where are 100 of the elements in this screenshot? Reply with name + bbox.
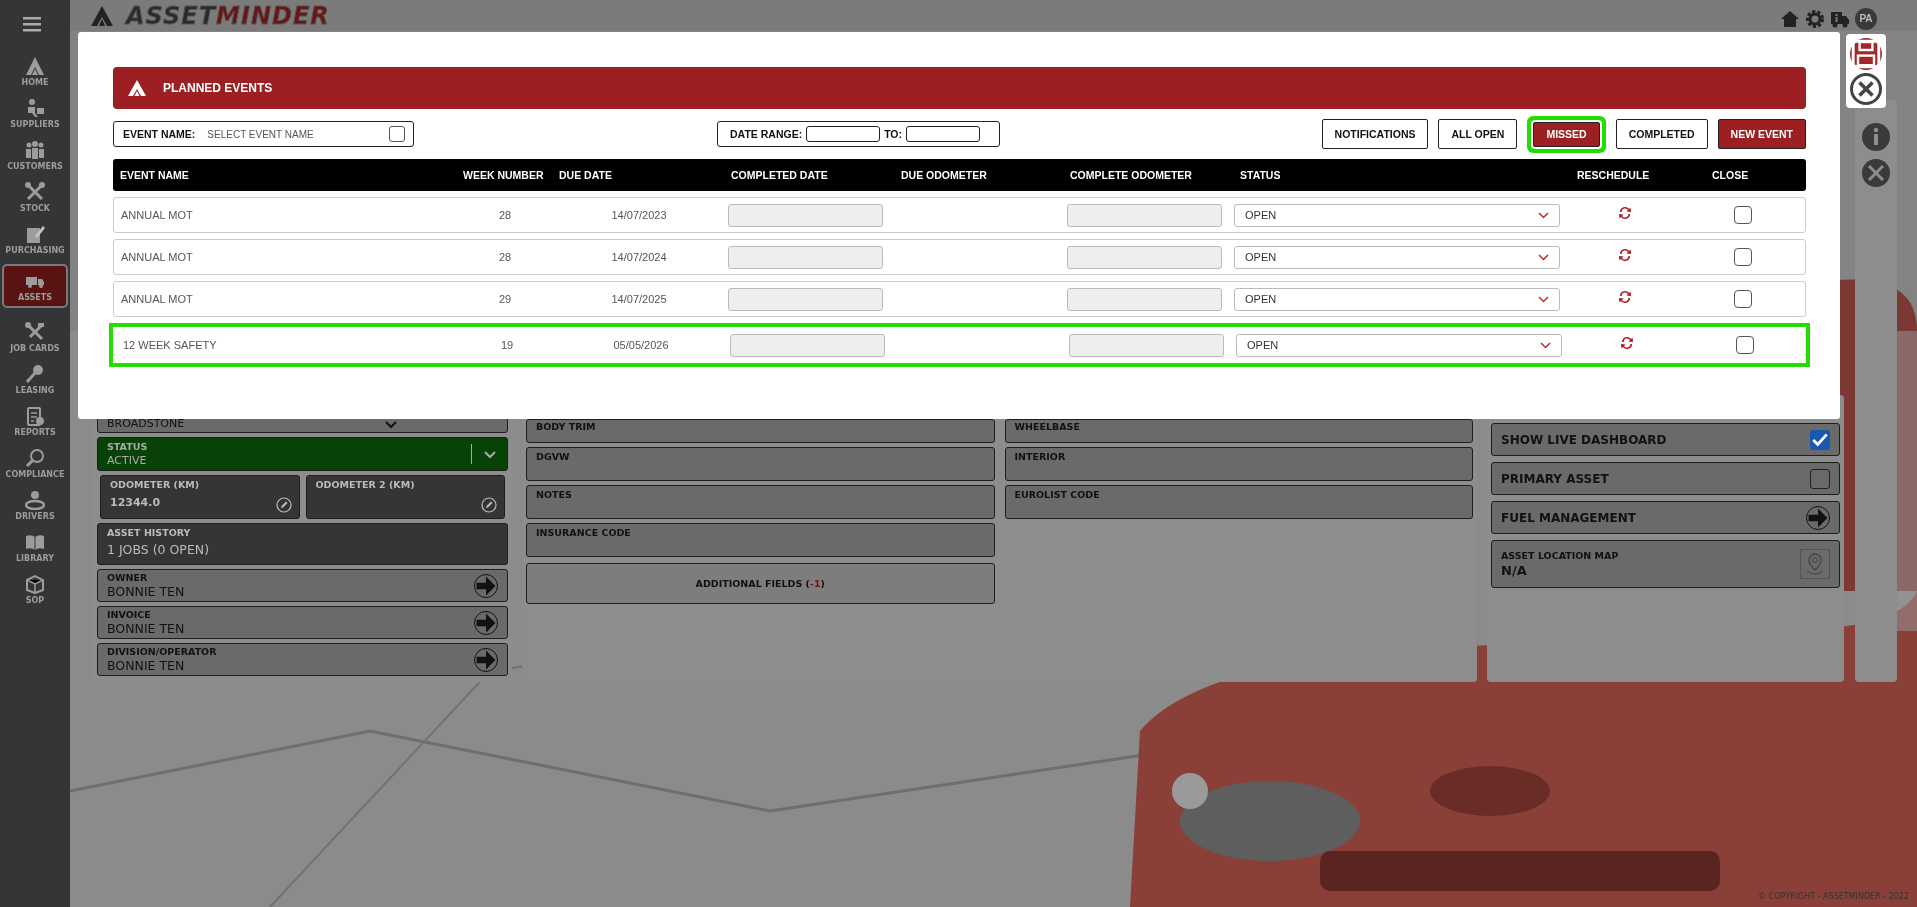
option-label: SHOW LIVE DASHBOARD [1501, 432, 1667, 447]
column-header: EVENT NAME [119, 169, 190, 181]
wrench-hammer-icon [25, 321, 45, 342]
table-cell-text: 28 [497, 209, 513, 221]
field-value: BONNIE TEN [107, 658, 186, 673]
sidebar-item[interactable]: SUPPLIERS [2, 92, 68, 134]
field-label: NOTES [536, 489, 573, 500]
refresh-icon[interactable] [1617, 247, 1633, 263]
date-field[interactable] [730, 333, 885, 357]
field-value: 1 JOBS (0 OPEN) [107, 542, 211, 557]
filter-label: EVENT NAME: [123, 128, 196, 140]
field-label: INSURANCE CODE [536, 527, 632, 538]
odometer-field[interactable]: ODOMETER (KM) 12344.0 [100, 475, 300, 519]
text-field[interactable]: INSURANCE CODE [526, 523, 995, 557]
event-name-input[interactable]: SELECT EVENT NAME [207, 127, 348, 141]
arrow-icon [1807, 506, 1829, 529]
status-select[interactable]: OPEN [1234, 287, 1560, 311]
table-cell-text: ANNUAL MOT [120, 293, 194, 305]
date-field[interactable] [906, 126, 981, 142]
caret-icon [1538, 211, 1549, 219]
table-cell-text: 14/07/2023 [610, 209, 668, 221]
table-cell-text: 28 [497, 251, 513, 263]
field-value: BONNIE TEN [107, 621, 185, 636]
odometer-field[interactable] [1067, 245, 1222, 269]
field-value: BROADSTONE [107, 417, 185, 430]
column-header: WEEK NUMBER [462, 169, 545, 181]
sidebar-item[interactable]: LEASING [2, 358, 68, 400]
sidebar-item[interactable]: DRIVERS [2, 484, 68, 526]
pencil-icon[interactable] [275, 497, 292, 513]
checkbox[interactable] [1736, 336, 1754, 354]
caret-icon [1538, 295, 1549, 303]
sidebar-item[interactable]: JOB CARDS [2, 316, 68, 358]
filter-button[interactable]: ALL OPEN [1438, 119, 1518, 149]
odometer-field[interactable]: ODOMETER 2 (KM) [305, 475, 505, 519]
refresh-icon[interactable] [1617, 205, 1633, 221]
date-field[interactable] [728, 245, 883, 269]
checkbox[interactable] [1734, 248, 1752, 266]
event-name-field[interactable]: EVENT NAME: SELECT EVENT NAME [113, 121, 414, 147]
text-field[interactable]: INTERIOR [1004, 447, 1473, 481]
home-icon[interactable] [1780, 8, 1800, 29]
text-field[interactable]: BODY TRIM [526, 419, 995, 443]
status-field[interactable]: STATUS ACTIVE [97, 437, 508, 471]
text-field[interactable]: EUROLIST CODE [1004, 485, 1473, 519]
table-cell-text: 29 [497, 293, 513, 305]
sidebar-item[interactable]: SOP [2, 568, 68, 610]
arrow-icon [475, 648, 497, 671]
field-label: ASSET LOCATION MAP [1501, 550, 1619, 561]
field-label: OWNER [107, 572, 149, 583]
package-icon [25, 573, 45, 594]
column-header: COMPLETED DATE [730, 169, 829, 181]
arrow-icon [475, 611, 497, 634]
field-label: ODOMETER 2 (KM) [315, 479, 416, 490]
checkbox[interactable] [1734, 206, 1752, 224]
text-field[interactable]: WHEELBASE [1004, 419, 1473, 443]
refresh-icon[interactable] [1619, 335, 1635, 351]
field-label: INVOICE [107, 609, 152, 620]
sidebar-item[interactable]: LIBRARY [2, 526, 68, 568]
menu-icon[interactable] [23, 16, 41, 32]
odometer-field[interactable] [1069, 333, 1224, 357]
copyright-text: © COPYRIGHT - ASSETMINDER - 2022 [1758, 892, 1909, 901]
info-icon[interactable] [1861, 122, 1891, 152]
additional-fields-button[interactable]: ADDITIONAL FIELDS (-1) [526, 563, 995, 604]
pencil-icon[interactable] [481, 497, 497, 513]
odometer-field[interactable] [1067, 287, 1222, 311]
new-event-button[interactable]: NEW EVENT [1717, 119, 1806, 149]
date-field[interactable] [728, 287, 883, 311]
status-select[interactable]: OPEN [1234, 203, 1560, 227]
option-label: PRIMARY ASSET [1501, 471, 1609, 486]
column-header: RESCHEDULE [1576, 169, 1651, 181]
crossed-tools-icon[interactable] [1861, 158, 1891, 188]
sidebar-item[interactable]: REPORTS [2, 400, 68, 442]
refresh-icon[interactable] [1617, 289, 1633, 305]
status-select[interactable]: OPEN [1236, 333, 1562, 357]
avatar[interactable]: PA [1855, 7, 1877, 30]
column-header: DUE ODOMETER [900, 169, 988, 181]
sidebar-item[interactable]: HOME [2, 50, 68, 92]
checkbox[interactable] [1734, 290, 1752, 308]
close-button[interactable] [1850, 73, 1882, 105]
date-field[interactable] [728, 203, 883, 227]
table-cell-text: 14/07/2024 [610, 251, 668, 263]
checkbox[interactable] [1810, 468, 1830, 489]
checkbox[interactable] [1810, 429, 1830, 450]
settings-icon[interactable] [1805, 8, 1825, 29]
date-field[interactable] [806, 126, 881, 142]
filter-button[interactable]: NOTIFICATIONS [1321, 119, 1429, 149]
filter-button[interactable]: COMPLETED [1615, 119, 1708, 149]
field-value: 12344.0 [110, 496, 161, 509]
sidebar-item[interactable]: STOCK [2, 176, 68, 218]
checkbox[interactable] [389, 126, 405, 142]
arrow-icon [475, 574, 497, 597]
text-field[interactable]: NOTES [526, 485, 995, 519]
sidebar-item[interactable]: PURCHASING [2, 218, 68, 260]
dialog-title: PLANNED EVENTS [163, 81, 273, 95]
odometer-field[interactable] [1067, 203, 1222, 227]
sidebar-item[interactable]: CUSTOMERS [2, 134, 68, 176]
sidebar-item[interactable]: ASSETS [2, 264, 68, 308]
sidebar-item[interactable]: COMPLIANCE [2, 442, 68, 484]
save-button[interactable] [1850, 38, 1882, 70]
status-select[interactable]: OPEN [1234, 245, 1560, 269]
text-field[interactable]: DGVW [526, 447, 995, 481]
